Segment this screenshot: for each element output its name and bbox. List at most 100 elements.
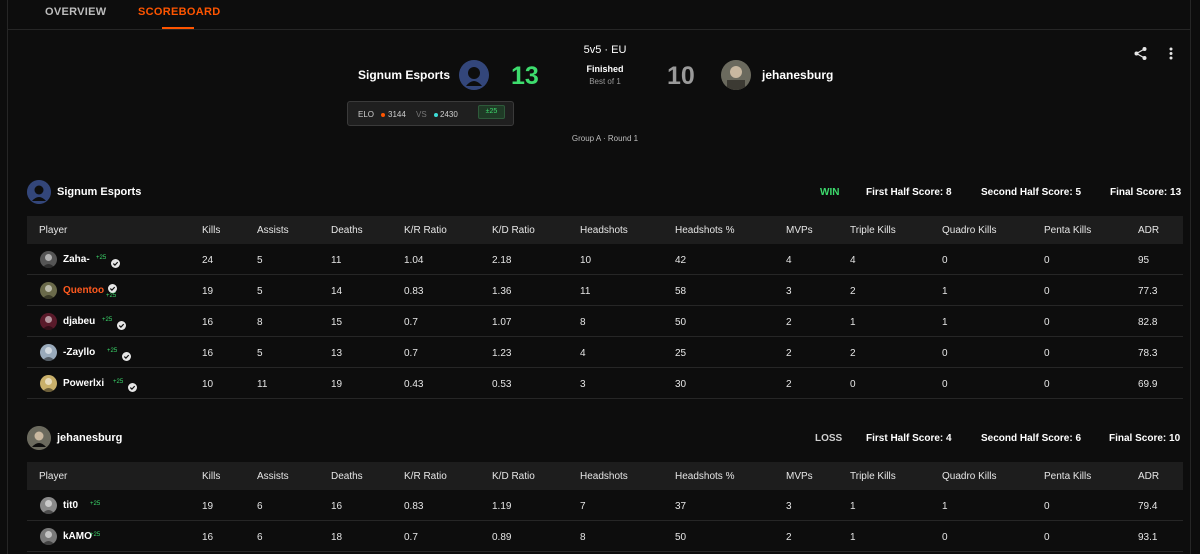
column-header[interactable]: K/R Ratio (404, 225, 447, 236)
column-header[interactable]: ADR (1138, 225, 1159, 236)
column-header[interactable]: Kills (202, 471, 220, 482)
team2-avatar[interactable] (721, 60, 751, 90)
stat-cell: 50 (675, 317, 687, 328)
stat-cell: 82.8 (1138, 317, 1158, 328)
stat-cell: 0 (942, 532, 948, 543)
stat-cell: 79.4 (1138, 501, 1158, 512)
column-header[interactable]: Triple Kills (850, 471, 896, 482)
stat-cell: 0.7 (404, 348, 418, 359)
column-header[interactable]: Deaths (331, 225, 363, 236)
column-header[interactable]: Headshots (580, 471, 628, 482)
share-icon[interactable] (1133, 46, 1148, 61)
tab-scoreboard[interactable]: SCOREBOARD (138, 6, 220, 18)
stat-cell: 2 (850, 348, 856, 359)
table-row[interactable]: kAMO +25 16 6 18 0.7 0.89 8 50 2 1 0 0 93.1 (27, 521, 1183, 552)
stat-cell: 5 (257, 286, 263, 297)
stat-cell: 2 (850, 286, 856, 297)
stat-cell: 4 (786, 255, 792, 266)
player-avatar[interactable] (40, 251, 57, 268)
player-name[interactable]: -Zayllo (63, 347, 95, 358)
more-vertical-icon[interactable] (1166, 46, 1176, 61)
team2-score: 10 (667, 62, 695, 90)
player-name[interactable]: Quentoo (63, 285, 104, 296)
stat-cell: 16 (202, 532, 214, 543)
column-header[interactable]: K/D Ratio (492, 225, 535, 236)
stat-cell: 0 (1044, 255, 1050, 266)
team-section-name[interactable]: jehanesburg (57, 432, 122, 444)
column-header[interactable]: Quadro Kills (942, 471, 996, 482)
team1-elo: 3144 (388, 110, 406, 119)
column-header[interactable]: Penta Kills (1044, 225, 1091, 236)
stat-cell: 19 (202, 286, 214, 297)
table-header: Player Kills Assists Deaths K/R Ratio K/D Rat… (27, 462, 1183, 490)
column-header[interactable]: Penta Kills (1044, 471, 1091, 482)
column-header[interactable]: MVPs (786, 471, 813, 482)
table-row[interactable]: Zaha- +25 24 5 11 1.04 2.18 10 42 4 4 0 0 95 (27, 244, 1183, 275)
team1-avatar[interactable] (459, 60, 489, 90)
column-header[interactable]: Headshots % (675, 471, 734, 482)
column-header[interactable]: Deaths (331, 471, 363, 482)
stat-cell: 58 (675, 286, 687, 297)
player-avatar[interactable] (40, 528, 57, 545)
table-row[interactable]: Powerlxi +25 10 11 19 0.43 0.53 3 30 2 0 0 0 69.9 (27, 368, 1183, 399)
player-avatar-icon (42, 531, 55, 545)
stat-cell: 0 (1044, 379, 1050, 390)
team-section-avatar[interactable] (27, 426, 51, 450)
column-header[interactable]: MVPs (786, 225, 813, 236)
stat-cell: 93.1 (1138, 532, 1158, 543)
stat-cell: 42 (675, 255, 687, 266)
stat-cell: 19 (202, 501, 214, 512)
stat-cell: 25 (675, 348, 687, 359)
stat-cell: 18 (331, 532, 343, 543)
column-header[interactable]: Player (39, 225, 67, 236)
team1-name[interactable]: Signum Esports (358, 68, 450, 82)
column-header[interactable]: K/R Ratio (404, 471, 447, 482)
stat-cell: 6 (257, 501, 263, 512)
player-name[interactable]: tit0 (63, 500, 78, 511)
table-row[interactable]: Quentoo +25 19 5 14 0.83 1.36 11 58 3 2 1 0 77.3 (27, 275, 1183, 306)
stat-cell: 0.83 (404, 501, 424, 512)
player-name[interactable]: Zaha- (63, 254, 90, 265)
stat-cell: 8 (580, 317, 586, 328)
team2-name[interactable]: jehanesburg (762, 68, 833, 82)
verified-check-icon (128, 379, 137, 392)
column-header[interactable]: Quadro Kills (942, 225, 996, 236)
column-header[interactable]: Headshots (580, 225, 628, 236)
column-header[interactable]: Player (39, 471, 67, 482)
team1-score: 13 (511, 62, 539, 90)
team-result: LOSS (815, 433, 843, 444)
player-avatar[interactable] (40, 313, 57, 330)
player-avatar[interactable] (40, 344, 57, 361)
team-second-half-score: Second Half Score: 6 (981, 433, 1082, 444)
player-elo-gain: +25 (113, 379, 124, 385)
column-header[interactable]: ADR (1138, 471, 1159, 482)
stat-cell: 16 (202, 317, 214, 328)
table-row[interactable]: tit0 +25 19 6 16 0.83 1.19 7 37 3 1 1 0 79.4 (27, 490, 1183, 521)
column-header[interactable]: Assists (257, 471, 289, 482)
stat-cell: 4 (850, 255, 856, 266)
table-row[interactable]: -Zayllo +25 16 5 13 0.7 1.23 4 25 2 2 0 0 78.3 (27, 337, 1183, 368)
player-name[interactable]: Powerlxi (63, 378, 104, 389)
tab-overview[interactable]: OVERVIEW (45, 6, 107, 18)
match-stage: Group A · Round 1 (571, 134, 639, 143)
column-header[interactable]: Triple Kills (850, 225, 896, 236)
player-avatar[interactable] (40, 497, 57, 514)
stat-cell: 0 (942, 348, 948, 359)
player-avatar[interactable] (40, 375, 57, 392)
stat-cell: 50 (675, 532, 687, 543)
stat-cell: 0 (850, 379, 856, 390)
scrollbar[interactable] (1190, 0, 1200, 554)
team-section-name[interactable]: Signum Esports (57, 186, 141, 198)
stat-cell: 77.3 (1138, 286, 1158, 297)
column-header[interactable]: K/D Ratio (492, 471, 535, 482)
player-avatar-icon (42, 378, 55, 392)
column-header[interactable]: Headshots % (675, 225, 734, 236)
player-name[interactable]: kAMO (63, 531, 92, 542)
column-header[interactable]: Assists (257, 225, 289, 236)
stat-cell: 0 (942, 255, 948, 266)
player-avatar[interactable] (40, 282, 57, 299)
table-row[interactable]: djabeu +25 16 8 15 0.7 1.07 8 50 2 1 1 0 82.8 (27, 306, 1183, 337)
column-header[interactable]: Kills (202, 225, 220, 236)
team-section-avatar[interactable] (27, 180, 51, 204)
player-name[interactable]: djabeu (63, 316, 95, 327)
